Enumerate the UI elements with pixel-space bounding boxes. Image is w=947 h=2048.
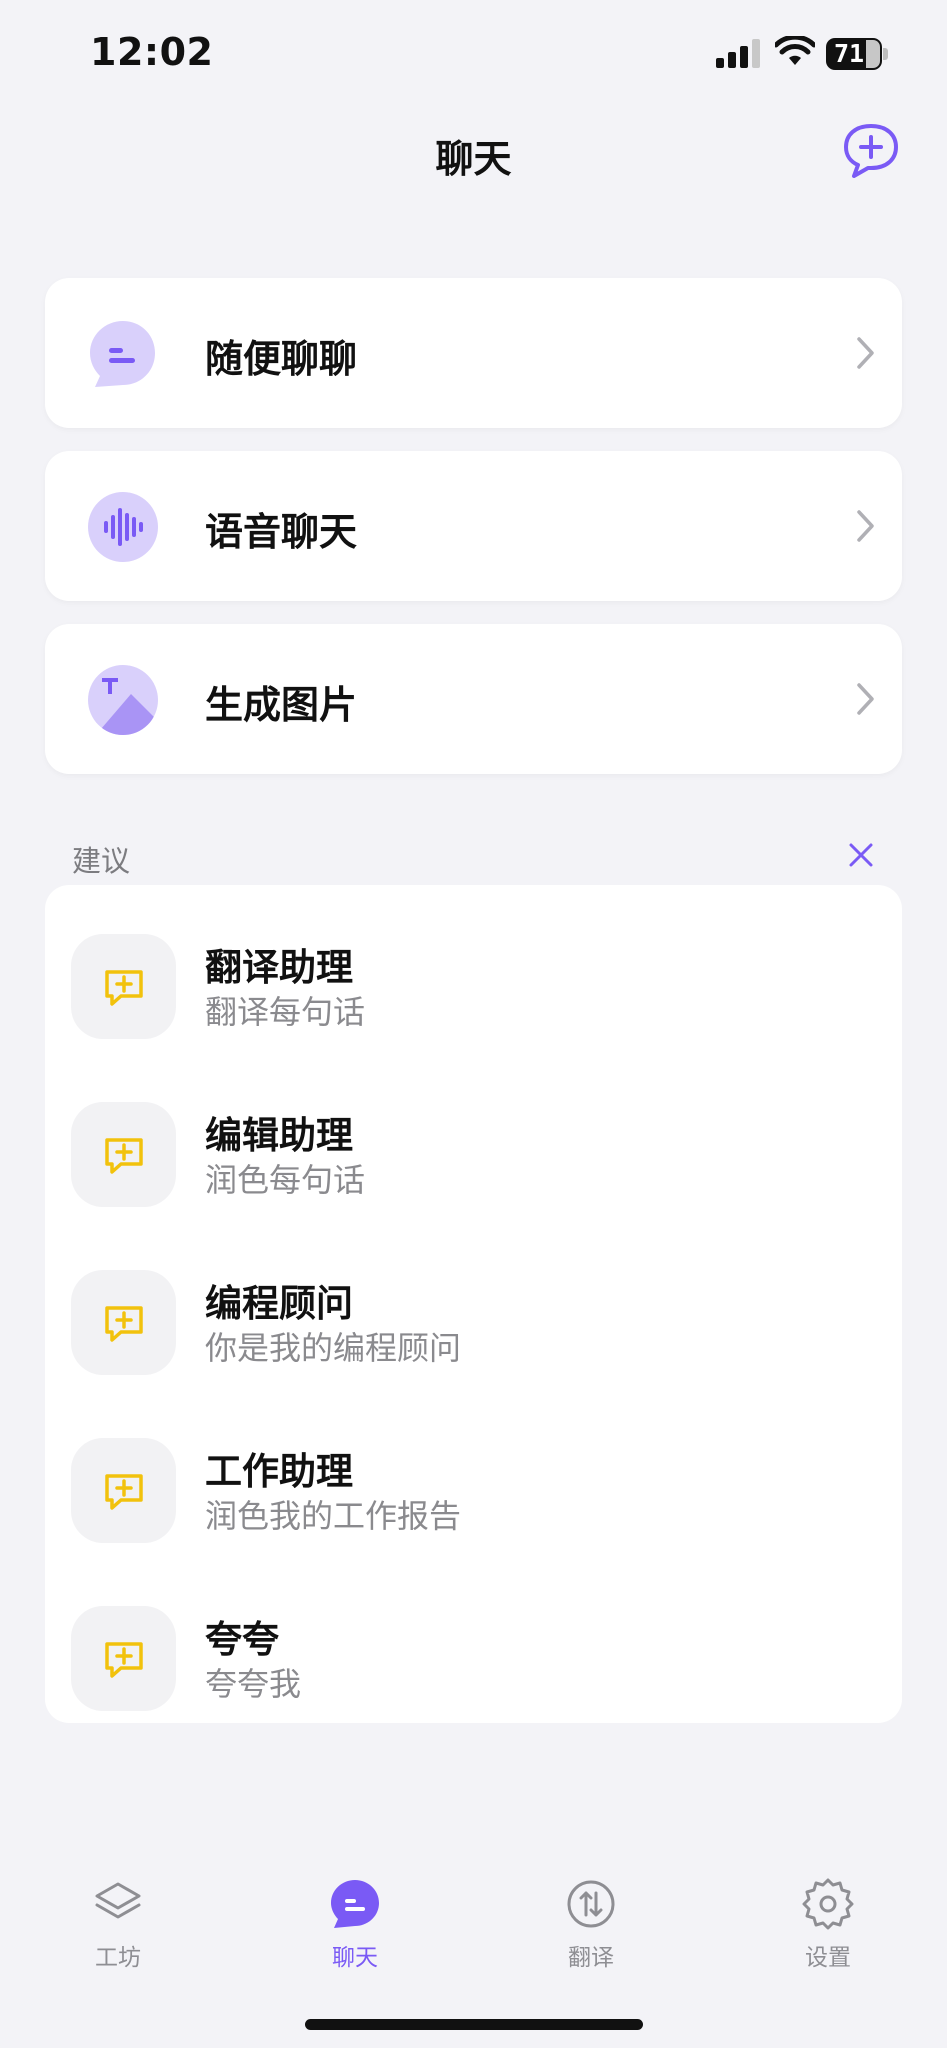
suggestion-subtitle: 润色每句话: [205, 1161, 366, 1199]
tab-translate[interactable]: 翻译: [531, 1878, 651, 1978]
chat-icon: [331, 1880, 379, 1928]
chat-plus-icon: [105, 1306, 143, 1342]
tab-label: 翻译: [568, 1945, 614, 1971]
suggestion-item[interactable]: 工作助理 润色我的工作报告: [45, 1428, 902, 1578]
suggestion-icon-tile: [71, 934, 176, 1039]
cellular-signal-icon: [716, 39, 760, 68]
chevron-right-icon: [857, 337, 874, 369]
suggestion-item[interactable]: 翻译助理 翻译每句话: [45, 924, 902, 1074]
home-indicator: [305, 2019, 643, 2030]
battery-icon: 71: [826, 38, 888, 70]
suggestion-icon-tile: [71, 1438, 176, 1543]
suggestion-item[interactable]: 编辑助理 润色每句话: [45, 1092, 902, 1242]
tab-settings[interactable]: 设置: [768, 1878, 888, 1978]
chat-plus-icon: [105, 1138, 143, 1174]
tab-chat[interactable]: 聊天: [295, 1878, 415, 1978]
suggestion-item[interactable]: 编程顾问 你是我的编程顾问: [45, 1260, 902, 1410]
card-label: 随便聊聊: [205, 337, 358, 381]
card-casual-chat[interactable]: 随便聊聊: [45, 278, 902, 428]
suggestion-title: 工作助理: [205, 1450, 353, 1493]
chevron-right-icon: [857, 510, 874, 542]
tab-label: 聊天: [332, 1945, 378, 1971]
wifi-icon: [775, 36, 815, 65]
suggestion-subtitle: 润色我的工作报告: [205, 1497, 462, 1535]
suggestion-subtitle: 你是我的编程顾问: [205, 1329, 462, 1367]
suggestions-label: 建议: [72, 844, 131, 878]
chat-plus-icon: [105, 1642, 143, 1678]
status-bar: 12:02 71: [0, 0, 947, 100]
chat-plus-icon: [105, 1474, 143, 1510]
card-voice-chat[interactable]: 语音聊天: [45, 451, 902, 601]
tab-workshop[interactable]: 工坊: [58, 1878, 178, 1978]
suggestion-subtitle: 夸夸我: [205, 1665, 302, 1703]
card-label: 生成图片: [205, 683, 358, 727]
voice-wave-icon: [88, 492, 158, 562]
suggestion-title: 翻译助理: [205, 946, 353, 989]
chat-plus-icon: [105, 970, 143, 1006]
suggestion-subtitle: 翻译每句话: [205, 993, 366, 1031]
card-label: 语音聊天: [205, 510, 358, 554]
suggestion-title: 编辑助理: [205, 1114, 353, 1157]
suggestion-icon-tile: [71, 1606, 176, 1711]
image-generate-icon: [88, 665, 158, 735]
suggestions-list: 翻译助理 翻译每句话 编辑助理 润色每句话 编程顾问 你是我的编程顾问 工作助理…: [45, 885, 902, 1723]
layers-icon: [95, 1882, 141, 1919]
suggestion-title: 夸夸: [205, 1618, 279, 1661]
status-time: 12:02: [90, 30, 214, 74]
chat-bubble-icon: [90, 321, 155, 387]
suggestion-item[interactable]: 夸夸 夸夸我: [45, 1596, 902, 1746]
new-chat-button[interactable]: [840, 120, 902, 182]
suggestion-icon-tile: [71, 1270, 176, 1375]
gear-icon: [802, 1878, 854, 1930]
close-icon[interactable]: [844, 838, 878, 872]
suggestion-icon-tile: [71, 1102, 176, 1207]
page-title: 聊天: [435, 137, 512, 181]
chevron-right-icon: [857, 683, 874, 715]
tab-label: 设置: [805, 1945, 851, 1971]
translate-arrows-icon: [567, 1880, 615, 1928]
tab-label: 工坊: [95, 1945, 141, 1971]
battery-percentage: 71: [833, 39, 865, 68]
card-generate-image[interactable]: 生成图片: [45, 624, 902, 774]
chat-plus-icon: [844, 124, 898, 178]
suggestion-title: 编程顾问: [205, 1282, 353, 1325]
